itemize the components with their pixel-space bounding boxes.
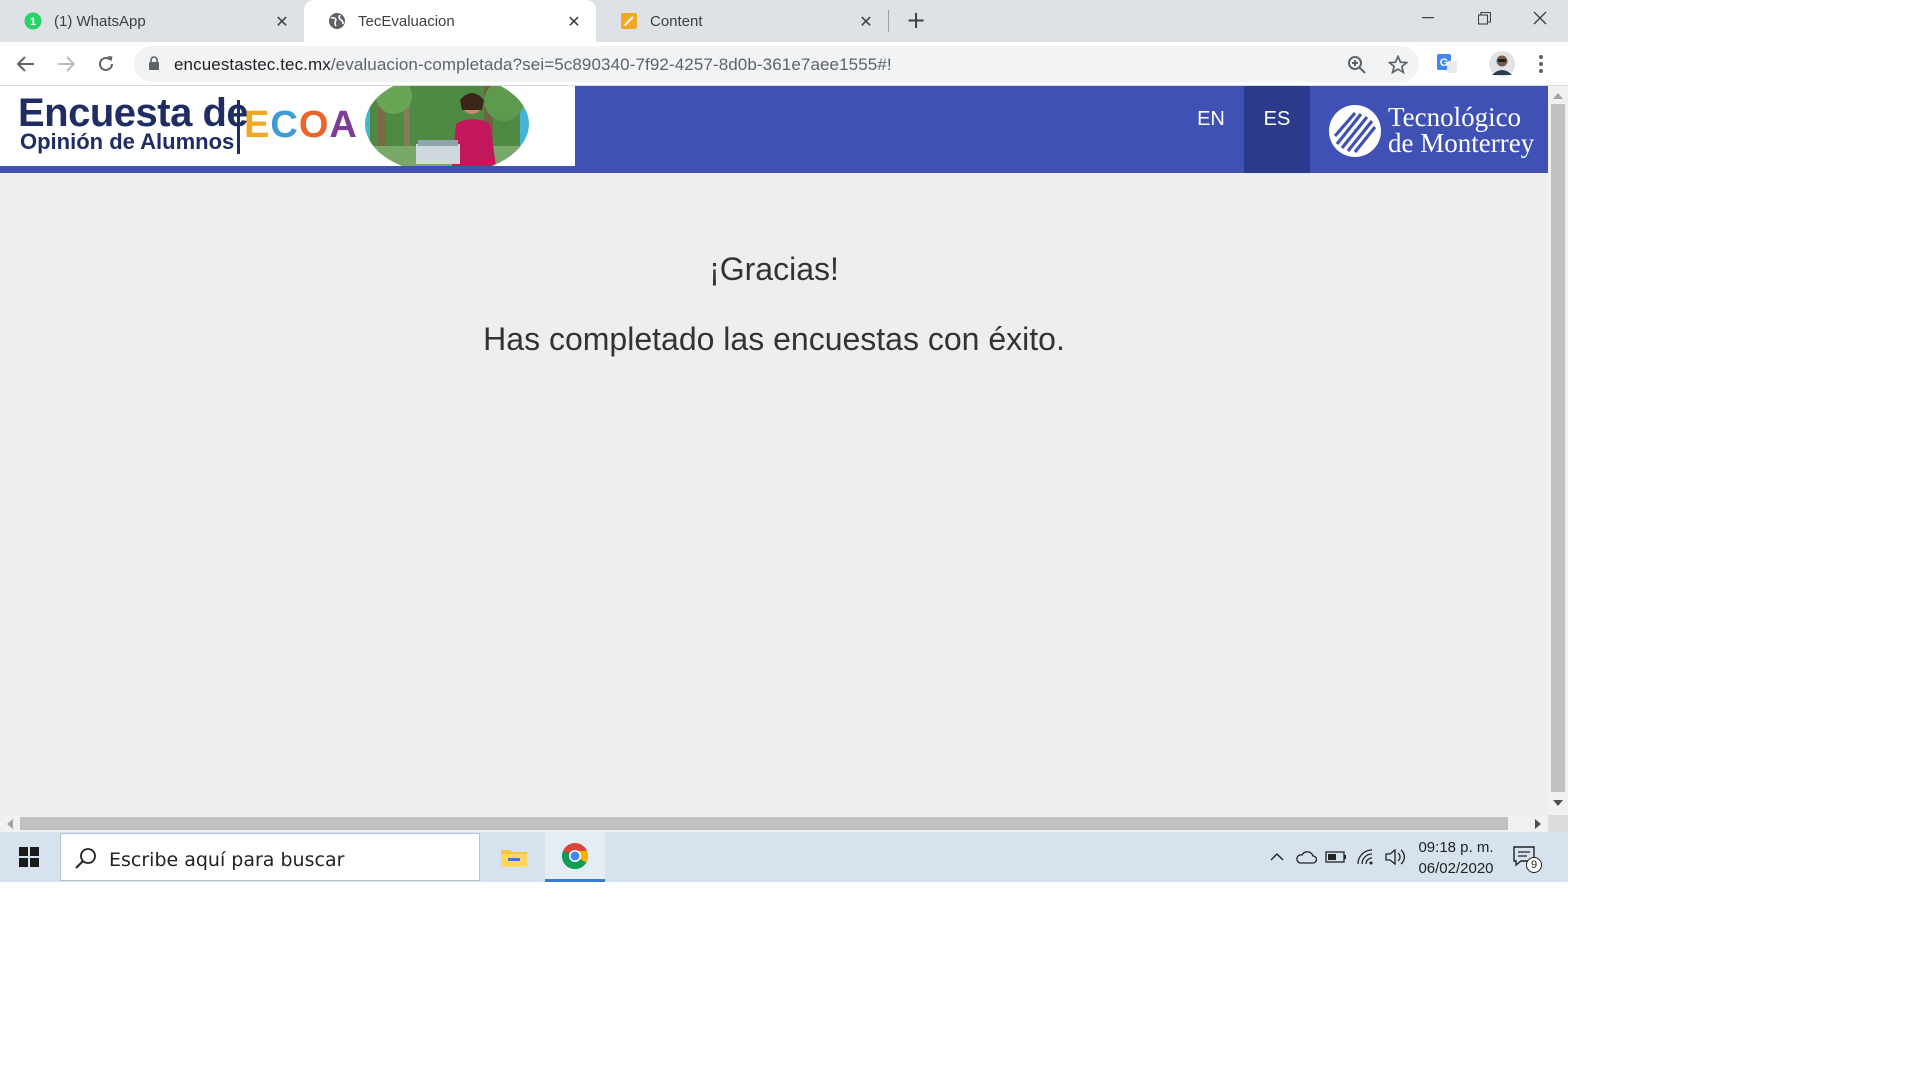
language-es-button[interactable]: ES <box>1244 86 1310 173</box>
ecoa-logo: Encuesta de Opinión de Alumnos ECOA <box>0 86 575 166</box>
institution-name-line1: Tecnológico <box>1388 102 1522 132</box>
svg-text:G: G <box>1440 57 1449 69</box>
zoom-icon[interactable] <box>1346 54 1368 76</box>
clock-date: 06/02/2020 <box>1418 860 1494 877</box>
tab-content[interactable]: Content ✕ <box>596 0 888 42</box>
windows-logo-icon <box>19 847 39 867</box>
address-bar[interactable]: encuestastec.tec.mx/evaluacion-completad… <box>134 46 1419 82</box>
tec-seal-icon <box>1329 105 1381 157</box>
brand-title: Encuesta de <box>18 91 249 135</box>
scroll-down-arrow-icon[interactable] <box>1548 795 1568 811</box>
browser-toolbar: encuestastec.tec.mx/evaluacion-completad… <box>0 42 1568 86</box>
taskbar-search-box[interactable]: Escribe aquí para buscar <box>60 833 480 881</box>
brand-acronym: ECOA <box>244 104 358 146</box>
wifi-icon[interactable] <box>1355 846 1377 868</box>
clock-time: 09:18 p. m. <box>1418 839 1494 856</box>
browser-tab-strip: 1 (1) WhatsApp ✕ TecEvaluacion ✕ Content… <box>0 0 1568 42</box>
student-photo <box>365 86 529 166</box>
header-stripe <box>0 166 575 173</box>
brand-subtitle: Opinión de Alumnos <box>20 129 235 154</box>
url-host: encuestastec.tec.mx <box>174 55 331 74</box>
chrome-taskbar-icon[interactable] <box>545 832 605 882</box>
tab-title: Content <box>650 12 703 30</box>
google-translate-icon[interactable]: G <box>1433 50 1461 78</box>
back-button[interactable] <box>12 50 40 78</box>
horizontal-scroll-thumb[interactable] <box>20 817 1508 830</box>
chrome-menu-icon[interactable] <box>1527 50 1555 78</box>
restore-button[interactable] <box>1456 0 1512 36</box>
tab-title: (1) WhatsApp <box>54 12 146 30</box>
url-text: encuestastec.tec.mx/evaluacion-completad… <box>174 55 892 75</box>
main-content: ¡Gracias! Has completado las encuestas c… <box>0 173 1548 815</box>
speaker-volume-icon[interactable] <box>1384 846 1406 868</box>
new-tab-button[interactable]: + <box>904 8 928 32</box>
close-icon[interactable]: ✕ <box>856 12 876 31</box>
globe-icon <box>328 12 346 30</box>
minimize-button[interactable] <box>1400 0 1456 36</box>
whatsapp-icon: 1 <box>24 12 42 30</box>
scroll-right-arrow-icon[interactable] <box>1530 815 1546 832</box>
institution-name-line2: de Monterrey <box>1388 128 1535 158</box>
notepad-icon <box>620 12 638 30</box>
scroll-left-arrow-icon[interactable] <box>2 815 18 832</box>
brand-divider <box>237 100 240 154</box>
tab-divider <box>888 10 889 32</box>
start-button[interactable] <box>0 832 58 882</box>
institution-name: Tecnológico de Monterrey <box>1388 102 1535 158</box>
thanks-heading: ¡Gracias! <box>709 251 839 287</box>
close-icon[interactable]: ✕ <box>272 12 292 31</box>
tec-de-monterrey-logo: Tecnológico de Monterrey <box>1328 104 1538 160</box>
scroll-up-arrow-icon[interactable] <box>1548 88 1568 104</box>
action-center-button[interactable]: 9 <box>1512 845 1542 873</box>
horizontal-scrollbar[interactable] <box>0 815 1548 832</box>
forward-button[interactable] <box>52 50 80 78</box>
lock-icon <box>148 56 160 76</box>
close-icon[interactable]: ✕ <box>564 12 584 31</box>
svg-text:1: 1 <box>30 16 36 28</box>
completion-message: Has completado las encuestas con éxito. <box>483 321 1065 357</box>
site-header: Encuesta de Opinión de Alumnos ECOA EN E… <box>0 86 1548 173</box>
battery-icon[interactable] <box>1325 846 1347 868</box>
file-explorer-taskbar-icon[interactable] <box>484 832 544 882</box>
tab-title: TecEvaluacion <box>358 12 455 30</box>
tab-whatsapp[interactable]: 1 (1) WhatsApp ✕ <box>0 0 304 42</box>
tab-tecevaluacion[interactable]: TecEvaluacion ✕ <box>304 0 596 42</box>
vertical-scroll-thumb[interactable] <box>1551 104 1565 792</box>
close-window-button[interactable] <box>1512 0 1568 36</box>
search-placeholder: Escribe aquí para buscar <box>109 849 345 871</box>
bookmark-star-icon[interactable] <box>1387 54 1409 76</box>
show-hidden-icons-chevron-icon[interactable] <box>1266 846 1288 868</box>
notification-count-badge: 9 <box>1526 857 1542 873</box>
windows-taskbar: Escribe aquí para buscar 09:18 p. m. 06/… <box>0 832 1568 882</box>
vertical-scrollbar[interactable] <box>1548 86 1568 815</box>
onedrive-cloud-icon[interactable] <box>1295 846 1317 868</box>
system-clock[interactable]: 09:18 p. m. 06/02/2020 <box>1408 837 1504 879</box>
search-icon <box>75 847 97 874</box>
language-en-button[interactable]: EN <box>1178 86 1244 173</box>
scrollbar-corner <box>1548 815 1568 832</box>
url-path: /evaluacion-completada?sei=5c890340-7f92… <box>330 55 892 74</box>
profile-avatar[interactable] <box>1488 50 1516 78</box>
reload-button[interactable] <box>92 50 120 78</box>
